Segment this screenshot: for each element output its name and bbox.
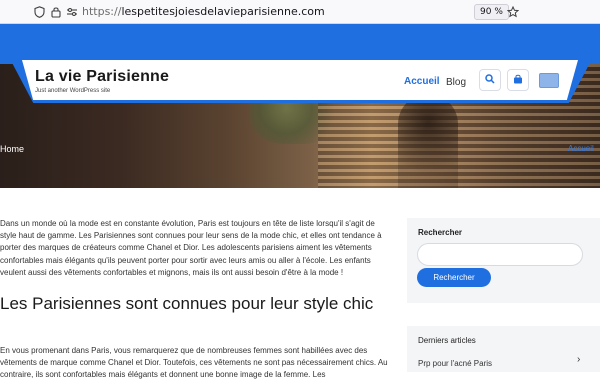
url-domain: lespetitesjoiesdelavieparisienne.com [121,5,325,18]
nav-item-accueil[interactable]: Accueil [404,76,440,87]
recent-posts-title: Derniers articles [418,336,476,345]
url-field[interactable]: https://lespetitesjoiesdelavieparisienne… [82,5,325,18]
shopping-bag-icon [513,71,523,89]
lock-icon[interactable] [49,5,63,19]
shield-icon[interactable] [32,5,46,19]
search-input[interactable] [417,243,583,266]
hero-lamp-shape [398,94,458,188]
account-button[interactable] [539,73,559,88]
article-content: Dans un monde où la mode est en constant… [0,218,392,279]
recent-post-link[interactable]: Prp pour l'acné Paris [418,359,492,368]
nav-item-blog[interactable]: Blog [446,77,466,88]
header-band [0,24,600,64]
search-icon [485,71,495,89]
bookmark-star-icon[interactable] [506,5,520,19]
search-widget-title: Rechercher [418,228,463,237]
site-tagline: Just another WordPress site [35,88,111,94]
permissions-icon[interactable] [65,5,79,19]
search-button[interactable] [479,69,501,91]
article-heading: Les Parisiennes sont connues pour leur s… [0,294,374,313]
url-protocol: https:// [82,5,122,18]
search-submit-button[interactable]: Rechercher [417,268,491,287]
article-body: En vous promenant dans Paris, vous remar… [0,346,388,380]
site-title[interactable]: La vie Parisienne [35,68,169,86]
chevron-right-icon: › [577,354,581,365]
breadcrumb-accueil[interactable]: Accueil [568,144,594,153]
zoom-badge[interactable]: 90 % [474,4,509,20]
browser-toolbar: https://lespetitesjoiesdelavieparisienne… [0,0,600,24]
breadcrumb-home[interactable]: Home [0,144,24,154]
article-intro: Dans un monde où la mode est en constant… [0,219,382,277]
cart-button[interactable] [507,69,529,91]
